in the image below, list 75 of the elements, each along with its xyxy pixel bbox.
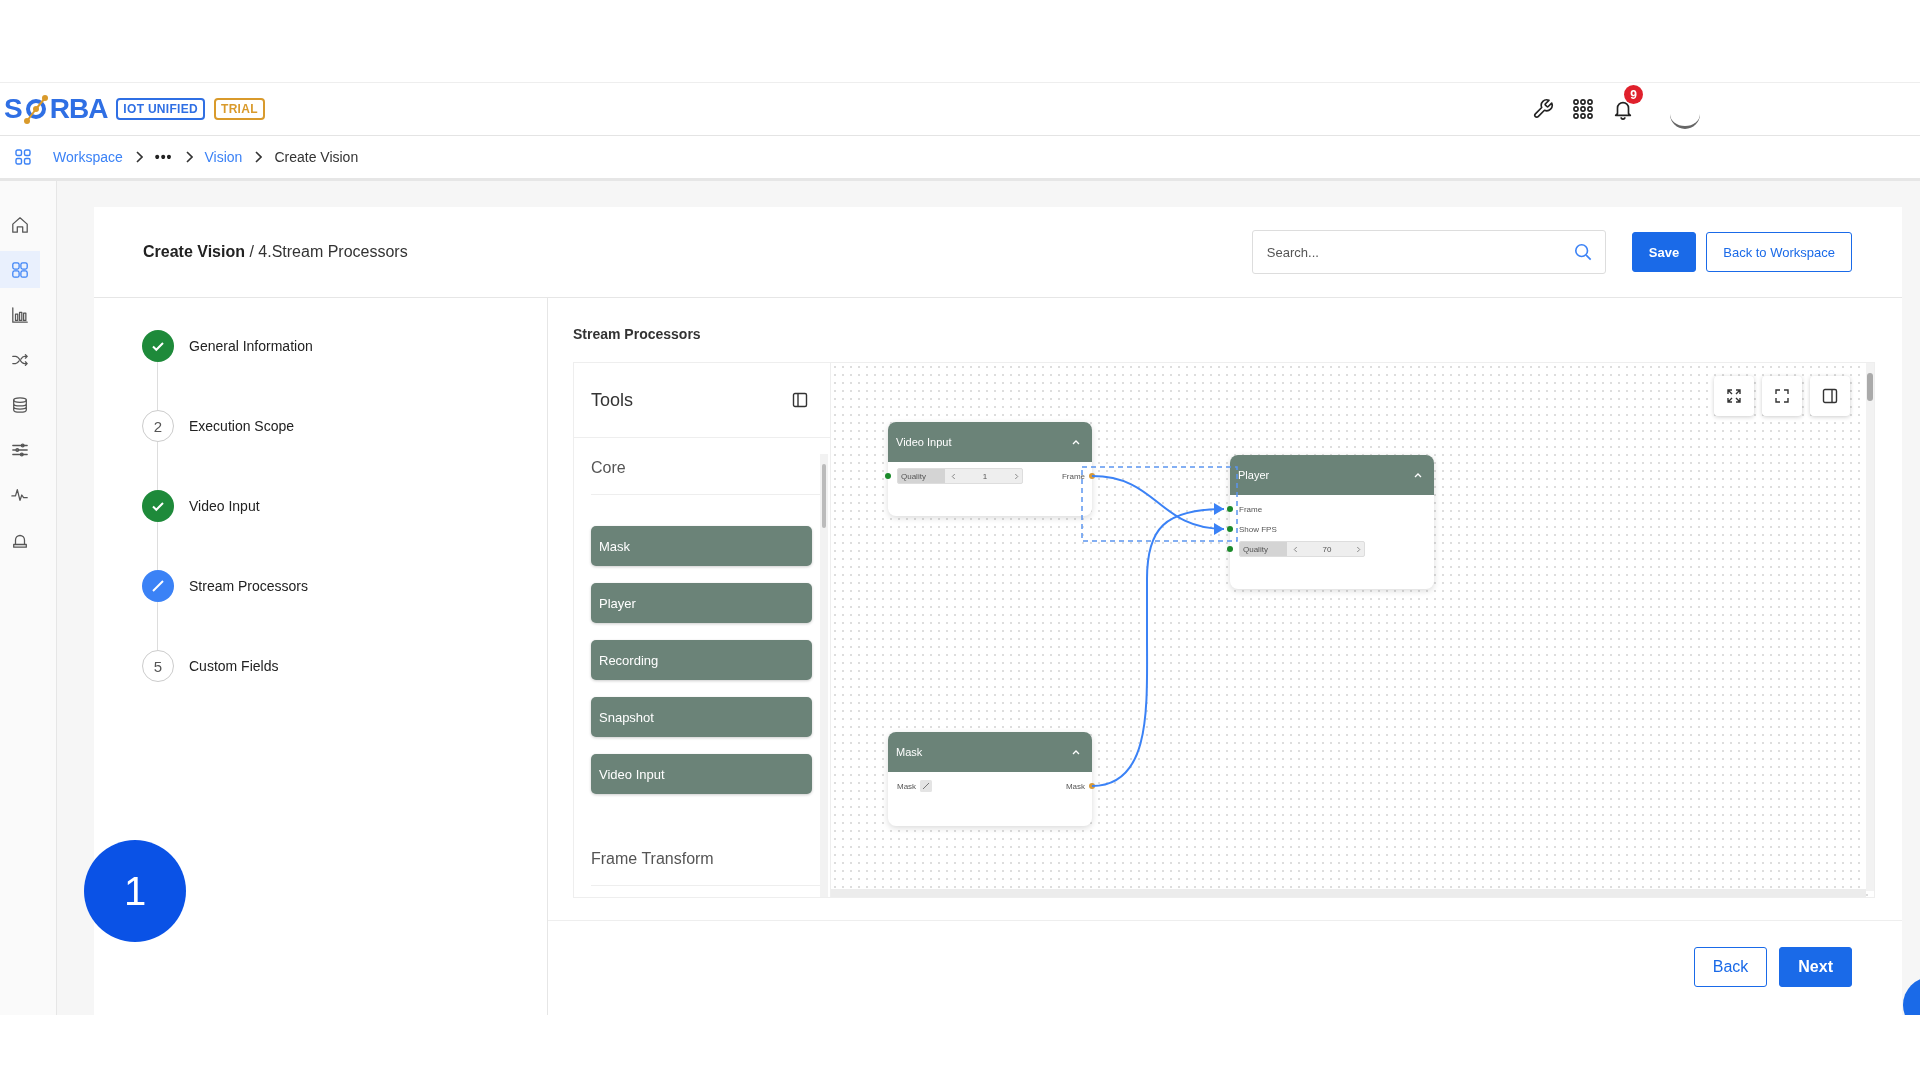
chevron-left-icon[interactable]	[951, 472, 956, 480]
fullscreen-button[interactable]	[1762, 376, 1802, 416]
port-dot[interactable]	[1227, 526, 1233, 532]
plan-badge: IOT UNIFIED	[116, 98, 205, 120]
breadcrumb-link[interactable]: Workspace	[53, 149, 123, 165]
port-label: Mask	[897, 781, 917, 791]
port-label: Frame	[1239, 504, 1263, 514]
save-button[interactable]: Save	[1631, 232, 1697, 272]
step-label[interactable]: Custom Fields	[189, 650, 279, 682]
chevron-right-icon	[254, 151, 263, 163]
port-label: Frame	[1061, 471, 1085, 481]
node-card[interactable]: Video Input Quality 1 Frame	[888, 422, 1092, 516]
number-stepper[interactable]: Quality 1	[897, 468, 1023, 484]
grid-icon[interactable]	[15, 149, 31, 165]
edit-button[interactable]	[920, 780, 933, 792]
tools-title: Tools	[591, 389, 634, 411]
node-card[interactable]: Mask Mask Mask	[888, 732, 1092, 826]
step-label[interactable]: General Information	[189, 330, 313, 362]
chevron-left-icon[interactable]	[1293, 545, 1298, 553]
fit-view-button[interactable]	[1714, 376, 1754, 416]
port-dot[interactable]	[1089, 473, 1095, 479]
breadcrumb-link[interactable]: Vision	[204, 149, 243, 165]
search-field[interactable]: Search...	[1251, 230, 1606, 274]
port-dot[interactable]	[1227, 546, 1233, 552]
chevron-right-icon	[184, 151, 193, 163]
back-to-workspace-button[interactable]: Back to Workspace	[1706, 232, 1852, 272]
fullscreen-icon[interactable]	[1774, 388, 1790, 404]
chevron-right-icon	[134, 151, 143, 163]
tool-item[interactable]: Mask	[591, 526, 812, 566]
port-label: Show FPS	[1239, 524, 1277, 534]
node-title: Mask	[896, 746, 923, 758]
plan-badge: TRIAL	[214, 98, 265, 120]
side-panel-button[interactable]	[1810, 376, 1850, 416]
node-title: Player	[1238, 469, 1270, 481]
search-icon[interactable]	[1573, 243, 1592, 261]
next-button[interactable]: Next	[1779, 947, 1852, 987]
grid-icon[interactable]	[0, 251, 40, 288]
page-title: Create Vision / 4.Stream Processors	[143, 243, 409, 261]
logo-text: S	[4, 93, 22, 125]
tool-item[interactable]: Recording	[591, 640, 812, 680]
scrollbar[interactable]	[820, 454, 828, 897]
section-title: Stream Processors	[573, 326, 702, 342]
port-dot[interactable]	[1089, 783, 1095, 789]
step-label[interactable]: Stream Processors	[189, 570, 309, 602]
logo-icon	[22, 94, 49, 124]
step-label[interactable]: Video Input	[189, 490, 260, 522]
side-panel-icon[interactable]	[1822, 388, 1838, 404]
collapse-icon[interactable]	[1072, 749, 1080, 755]
notification-count: 9	[1624, 85, 1643, 104]
node-title: Video Input	[896, 436, 952, 448]
tool-item[interactable]: Snapshot	[591, 697, 812, 737]
panel-toggle-icon[interactable]	[792, 392, 808, 408]
scrollbar[interactable]	[831, 889, 1866, 897]
number-stepper[interactable]: Quality 70	[1239, 541, 1365, 557]
step-number: 2	[142, 410, 174, 442]
chevron-right-icon[interactable]	[1356, 545, 1361, 553]
apps-grid-icon[interactable]	[1573, 99, 1593, 119]
scrollbar[interactable]	[1866, 363, 1874, 891]
breadcrumb-current: Create Vision	[274, 149, 359, 165]
port-label: Mask	[1065, 781, 1085, 791]
collapse-icon[interactable]	[1072, 439, 1080, 445]
wrench-icon[interactable]	[1532, 98, 1554, 120]
tool-item[interactable]: Player	[591, 583, 812, 623]
back-button[interactable]: Back	[1693, 947, 1768, 987]
breadcrumb-ellipsis[interactable]: •••	[154, 149, 173, 165]
port-dot[interactable]	[885, 473, 891, 479]
step-label[interactable]: Execution Scope	[189, 410, 295, 442]
step-number: 5	[142, 650, 174, 682]
collapse-icon[interactable]	[1414, 472, 1422, 478]
chevron-right-icon[interactable]	[1014, 472, 1019, 480]
tool-item[interactable]: Video Input	[591, 754, 812, 794]
expand-icon[interactable]	[1726, 388, 1742, 404]
logo-text: RBA	[49, 93, 108, 125]
port-dot[interactable]	[1227, 506, 1233, 512]
node-card[interactable]: Player Frame Show FPS Quality 70	[1230, 455, 1434, 589]
